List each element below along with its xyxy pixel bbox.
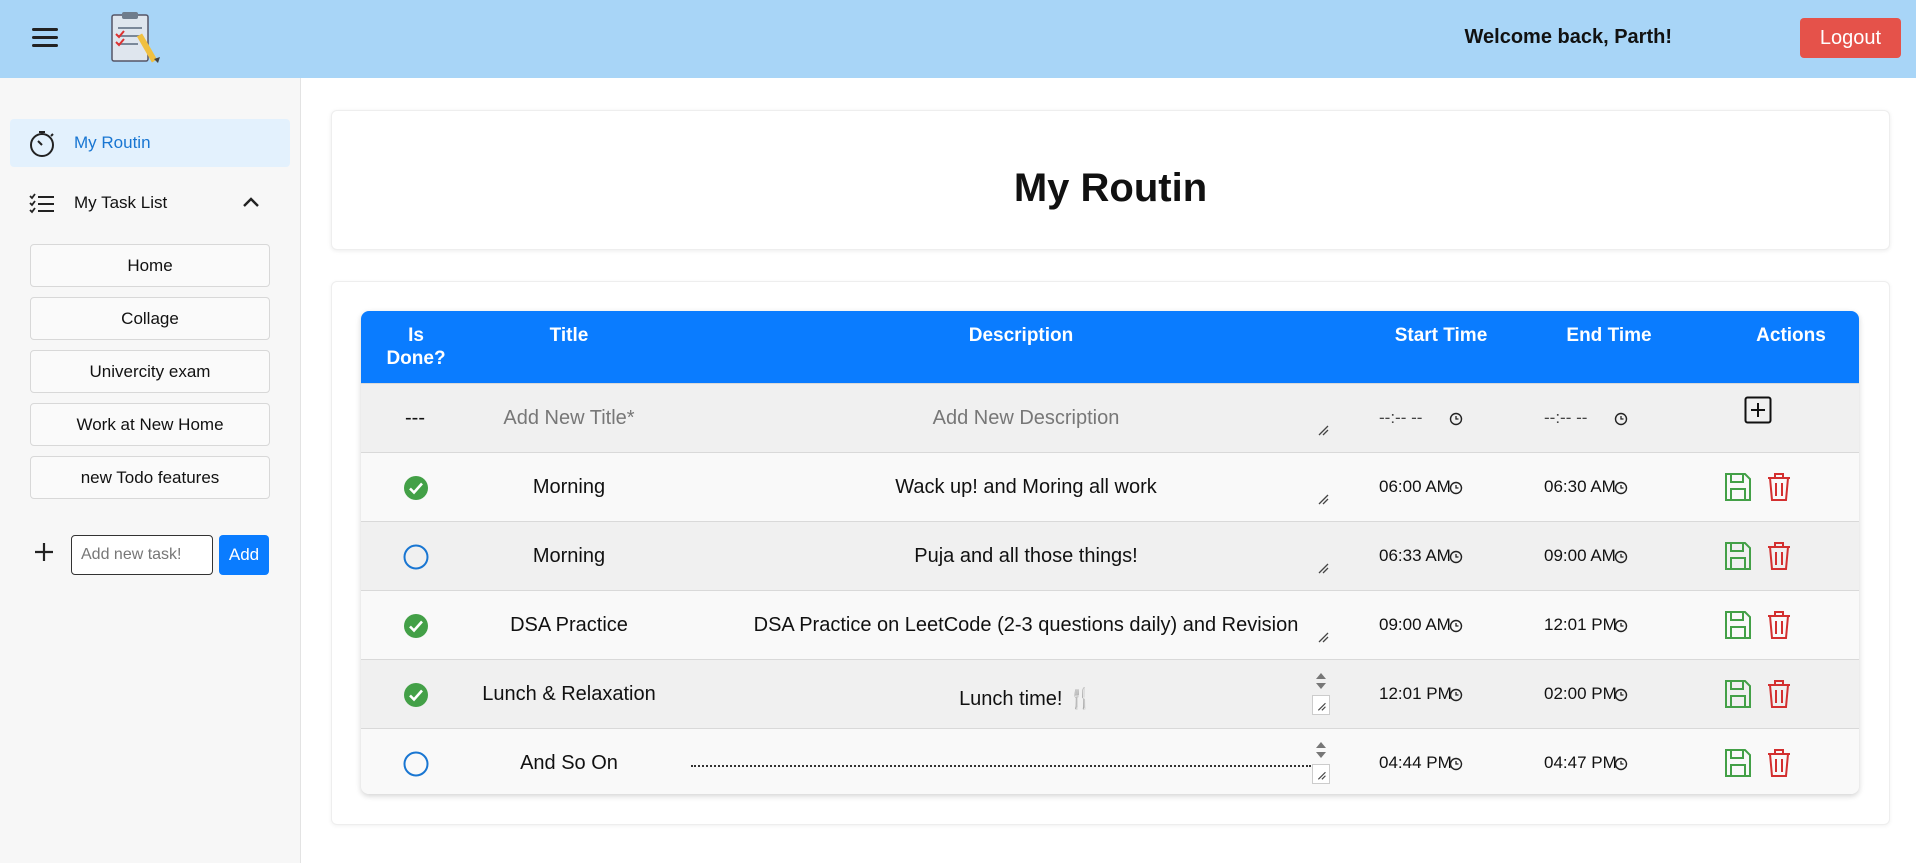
page-title: My Routin xyxy=(1013,166,1208,210)
table-row: Lunch & Relaxation Lunch time! 🍴 12:01 P… xyxy=(361,659,1859,728)
logout-button[interactable]: Logout xyxy=(1800,18,1901,58)
row-description[interactable]: Puja and all those things! xyxy=(681,522,1371,590)
app-header: Welcome back, Parth! Logout xyxy=(0,0,1916,78)
clock-icon[interactable] xyxy=(1449,412,1463,426)
save-icon[interactable] xyxy=(1724,541,1752,571)
resize-handle-icon[interactable] xyxy=(1317,424,1329,436)
clock-icon[interactable] xyxy=(1449,550,1463,564)
row-end-time[interactable]: 02:00 PM xyxy=(1544,660,1617,728)
task-list-home[interactable]: Home xyxy=(30,244,270,287)
delete-icon[interactable] xyxy=(1765,541,1793,571)
empty-circle-icon[interactable] xyxy=(403,751,429,777)
row-start-time[interactable]: 04:44 PM xyxy=(1379,729,1452,794)
clock-icon[interactable] xyxy=(1449,757,1463,771)
resize-handle[interactable] xyxy=(1312,764,1330,784)
save-icon[interactable] xyxy=(1724,679,1752,709)
delete-icon[interactable] xyxy=(1765,679,1793,709)
column-header-end-time: End Time xyxy=(1566,325,1652,346)
resize-handle-icon[interactable] xyxy=(1317,631,1329,643)
delete-icon[interactable] xyxy=(1765,472,1793,502)
save-icon[interactable] xyxy=(1724,472,1752,502)
column-header-start-time: Start Time xyxy=(1394,325,1488,346)
clock-icon[interactable] xyxy=(1614,481,1628,495)
row-end-time[interactable]: 06:30 AM xyxy=(1544,453,1616,521)
task-list-univercity-exam[interactable]: Univercity exam xyxy=(30,350,270,393)
list-icon xyxy=(29,193,54,214)
row-title[interactable]: And So On xyxy=(469,729,669,794)
delete-icon[interactable] xyxy=(1765,748,1793,778)
row-description[interactable]: Wack up! and Moring all work xyxy=(681,453,1371,521)
row-description[interactable]: DSA Practice on LeetCode (2-3 questions … xyxy=(681,591,1371,659)
description-dotted-line xyxy=(691,765,1311,767)
add-square-icon[interactable] xyxy=(1744,396,1772,424)
row-start-time[interactable]: 12:01 PM xyxy=(1379,660,1452,728)
clock-icon[interactable] xyxy=(1614,619,1628,633)
sidebar-item-my-routin[interactable]: My Routin xyxy=(10,119,290,167)
new-start-time-input[interactable]: --:-- -- xyxy=(1379,384,1422,452)
row-title[interactable]: DSA Practice xyxy=(469,591,669,659)
delete-icon[interactable] xyxy=(1765,610,1793,640)
clock-icon[interactable] xyxy=(1449,688,1463,702)
clock-icon[interactable] xyxy=(1449,481,1463,495)
clock-icon[interactable] xyxy=(1614,550,1628,564)
sidebar-item-label: My Routin xyxy=(74,133,151,152)
check-circle-icon[interactable] xyxy=(403,475,429,501)
row-description[interactable]: Lunch time! 🍴 xyxy=(681,664,1371,732)
resize-handle-icon[interactable] xyxy=(1317,562,1329,574)
check-circle-icon[interactable] xyxy=(403,613,429,639)
row-end-time[interactable]: 09:00 AM xyxy=(1544,522,1616,590)
row-start-time[interactable]: 06:00 AM xyxy=(1379,453,1451,521)
title-card: My Routin xyxy=(331,110,1890,250)
resize-handle-icon[interactable] xyxy=(1317,493,1329,505)
save-icon[interactable] xyxy=(1724,748,1752,778)
column-header-title: Title xyxy=(549,325,589,346)
row-title[interactable]: Lunch & Relaxation xyxy=(469,660,669,728)
new-end-time-input[interactable]: --:-- -- xyxy=(1544,384,1587,452)
spinner-arrows-icon[interactable] xyxy=(1312,739,1330,761)
add-task-button[interactable]: Add xyxy=(219,535,269,575)
sidebar: My Routin My Task List Home Collage Univ… xyxy=(0,78,301,863)
new-task-row: --- Add New Title* Add New Description -… xyxy=(361,383,1859,452)
column-header-is-done: Is Done? xyxy=(386,325,446,369)
routine-table: Is Done? Title Description Start Time En… xyxy=(361,311,1859,794)
check-circle-icon[interactable] xyxy=(403,682,429,708)
table-row: Morning Puja and all those things! 06:33… xyxy=(361,521,1859,590)
table-row: Morning Wack up! and Moring all work 06:… xyxy=(361,452,1859,521)
column-header-description: Description xyxy=(968,325,1074,346)
table-row: And So On 04:44 PM 04:47 PM xyxy=(361,728,1859,794)
clock-icon[interactable] xyxy=(1614,688,1628,702)
row-title[interactable]: Morning xyxy=(469,522,669,590)
sidebar-item-my-task-list[interactable]: My Task List xyxy=(10,179,290,227)
clock-icon[interactable] xyxy=(1614,757,1628,771)
row-end-time[interactable]: 04:47 PM xyxy=(1544,729,1617,794)
app-logo xyxy=(111,12,160,63)
plus-icon xyxy=(35,543,53,561)
chevron-up-icon[interactable] xyxy=(242,195,260,209)
row-end-time[interactable]: 12:01 PM xyxy=(1544,591,1617,659)
menu-icon[interactable] xyxy=(32,28,58,48)
clock-icon[interactable] xyxy=(1449,619,1463,633)
welcome-text: Welcome back, Parth! xyxy=(1464,26,1672,48)
table-row: DSA Practice DSA Practice on LeetCode (2… xyxy=(361,590,1859,659)
sidebar-item-label: My Task List xyxy=(74,193,168,212)
new-description-input[interactable]: Add New Description xyxy=(681,384,1371,452)
new-title-input[interactable]: Add New Title* xyxy=(469,384,669,452)
row-start-time[interactable]: 06:33 AM xyxy=(1379,522,1451,590)
task-list-collage[interactable]: Collage xyxy=(30,297,270,340)
table-header: Is Done? Title Description Start Time En… xyxy=(361,311,1859,383)
column-header-actions: Actions xyxy=(1756,325,1826,346)
spinner-arrows-icon[interactable] xyxy=(1312,670,1330,692)
save-icon[interactable] xyxy=(1724,610,1752,640)
clock-icon[interactable] xyxy=(1614,412,1628,426)
stopwatch-icon xyxy=(30,131,54,157)
new-task-input[interactable] xyxy=(71,535,213,575)
task-list-new-todo-features[interactable]: new Todo features xyxy=(30,456,270,499)
row-title[interactable]: Morning xyxy=(469,453,669,521)
row-description[interactable] xyxy=(681,729,1371,794)
empty-circle-icon[interactable] xyxy=(403,544,429,570)
new-row-done-placeholder: --- xyxy=(405,406,425,429)
resize-handle[interactable] xyxy=(1312,695,1330,715)
task-list-work-at-new-home[interactable]: Work at New Home xyxy=(30,403,270,446)
row-start-time[interactable]: 09:00 AM xyxy=(1379,591,1451,659)
